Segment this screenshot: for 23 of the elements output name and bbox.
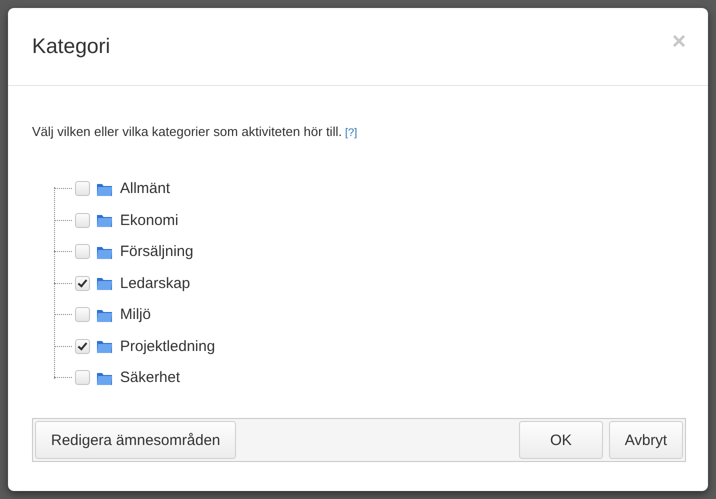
category-label[interactable]: Försäljning bbox=[120, 243, 194, 260]
checkbox[interactable] bbox=[75, 276, 90, 291]
checkbox[interactable] bbox=[75, 307, 90, 322]
folder-icon bbox=[96, 212, 113, 228]
category-label[interactable]: Ledarskap bbox=[120, 274, 190, 292]
dialog-title: Kategori bbox=[32, 34, 110, 58]
cancel-button[interactable]: Avbryt bbox=[608, 421, 683, 459]
category-label[interactable]: Ekonomi bbox=[120, 212, 178, 229]
checkbox[interactable] bbox=[75, 212, 90, 228]
help-link[interactable]: [?] bbox=[344, 127, 358, 139]
category-label[interactable]: Projektledning bbox=[120, 338, 216, 355]
category-label[interactable]: Allmänt bbox=[120, 180, 170, 198]
ok-button[interactable]: OK bbox=[519, 421, 603, 459]
checkbox[interactable] bbox=[75, 338, 90, 354]
edit-topics-button[interactable]: Redigera ämnesområden bbox=[35, 421, 236, 459]
category-label[interactable]: Miljö bbox=[120, 306, 151, 324]
checkbox[interactable] bbox=[75, 181, 90, 196]
folder-icon bbox=[96, 338, 113, 354]
checkbox[interactable] bbox=[75, 370, 90, 386]
checkbox[interactable] bbox=[75, 244, 90, 260]
instruction-text: Välj vilken eller vilka kategorier som aktiviteten hör till. [?] bbox=[32, 124, 358, 139]
category-label[interactable]: Säkerhet bbox=[120, 369, 180, 386]
folder-icon bbox=[96, 275, 113, 292]
